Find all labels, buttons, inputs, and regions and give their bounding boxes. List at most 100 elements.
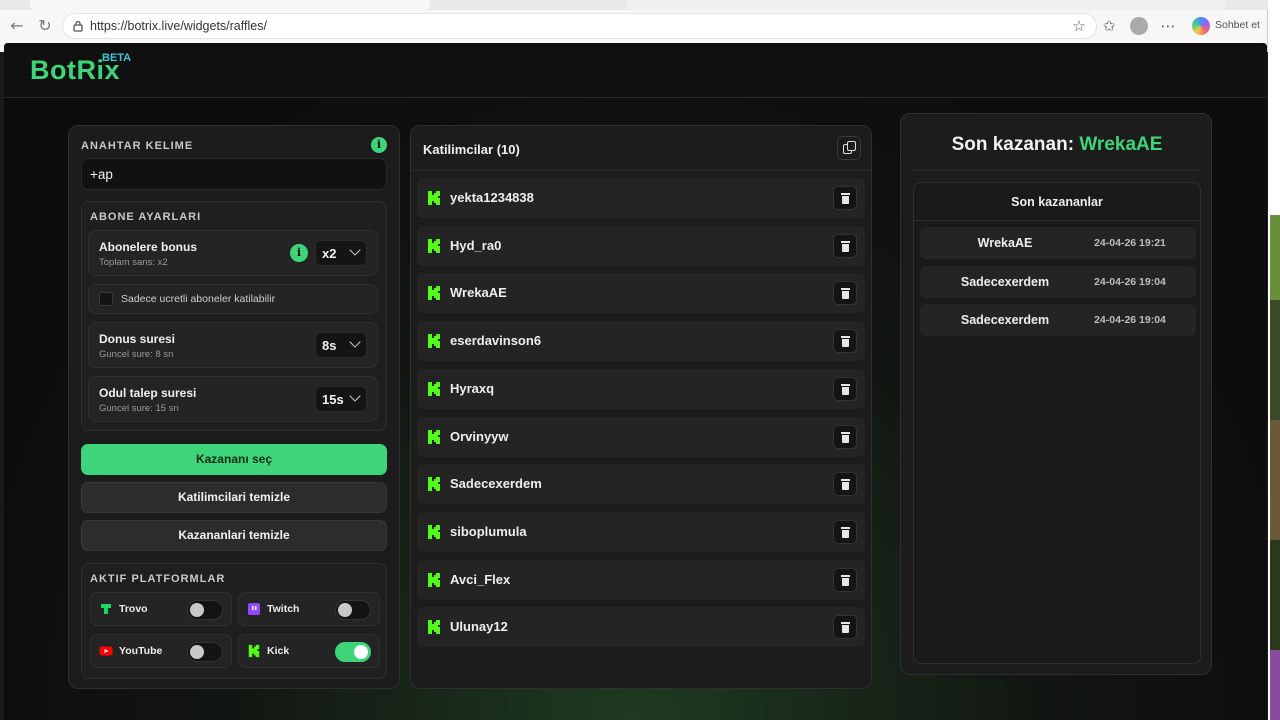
participants-panel: Katilimcilar (10) yekta1234838 Hyd_ra0 Wre…: [410, 125, 872, 689]
toggle-knob: [190, 603, 204, 617]
participants-title: Katilimcilar (10): [423, 142, 520, 157]
clear-winners-button[interactable]: Kazananlari temizle: [81, 520, 387, 551]
bonus-title: Abonelere bonus: [99, 240, 198, 254]
participant-name: Hyd_ra0: [450, 237, 502, 253]
trash-icon: [841, 240, 850, 243]
recent-winner-row: Sadecexerdem 24-04-26 19:04: [920, 304, 1196, 336]
info-icon[interactable]: i: [371, 137, 387, 153]
paid-only-label: Sadece ucretli aboneler katilabilir: [121, 293, 276, 305]
chevron-down-icon: [349, 244, 361, 256]
delete-participant-button[interactable]: [833, 472, 857, 497]
favorites-list-icon[interactable]: ✩: [1099, 16, 1119, 36]
bonus-row: Abonelere bonus Toplam sans: x2 i x2: [88, 230, 378, 276]
sub-settings-label: ABONE AYARLARI: [90, 211, 202, 223]
claim-duration-row: Odul talep suresi Guncel sure: 15 sn 15s: [88, 376, 378, 422]
trash-icon: [841, 288, 850, 291]
platform-name: YouTube: [119, 645, 163, 657]
platform-twitch: Twitch: [238, 592, 380, 626]
participant-name: Hyraxq: [450, 380, 495, 396]
app-header: BotRix BETA: [4, 43, 1267, 98]
trash-icon-body: [842, 529, 849, 538]
kick-icon: [428, 429, 440, 444]
trovo-icon: [101, 604, 111, 614]
recent-winner-row: Sadecexerdem 24-04-26 19:04: [920, 265, 1196, 298]
participant-row: eserdavinson6: [417, 321, 865, 362]
delete-participant-button[interactable]: [833, 233, 857, 258]
divider: [411, 170, 871, 171]
delete-participant-button[interactable]: [833, 376, 857, 401]
clear-participants-button[interactable]: Katilimcilari temizle: [81, 482, 387, 513]
trash-icon-body: [842, 577, 849, 586]
toggle-knob: [354, 645, 368, 659]
delete-participant-button[interactable]: [833, 567, 857, 592]
url-text[interactable]: https://botrix.live/widgets/raffles/: [90, 19, 267, 33]
trash-icon-body: [842, 386, 849, 395]
delete-participant-button[interactable]: [833, 424, 857, 449]
divider: [914, 220, 1200, 221]
background-window-strip: [1268, 0, 1280, 720]
trash-icon: [841, 336, 850, 339]
trash-icon-body: [842, 434, 849, 443]
pick-winner-button[interactable]: Kazananı seç: [81, 444, 387, 475]
participant-name: Ulunay12: [450, 619, 508, 635]
kick-icon: [428, 620, 440, 635]
trovo-toggle[interactable]: [187, 600, 223, 620]
kick-icon: [428, 477, 440, 492]
participant-row: Hyraxq: [417, 368, 865, 409]
kick-icon: [248, 644, 260, 658]
claim-sub: Guncel sure: 15 sn: [99, 403, 179, 414]
participant-name: WrekaAE: [450, 285, 507, 301]
participant-row: Hyd_ra0: [417, 225, 865, 266]
trash-icon-body: [842, 243, 849, 252]
delete-participant-button[interactable]: [833, 519, 857, 544]
browser-tab[interactable]: [626, 0, 1226, 10]
participant-row: Ulunay12: [417, 607, 865, 648]
trash-icon-body: [842, 291, 849, 300]
winner-date: 24-04-26 19:04: [1094, 314, 1166, 326]
trash-icon: [841, 479, 850, 482]
bonus-info-icon[interactable]: i: [290, 244, 308, 262]
paid-only-checkbox[interactable]: [99, 292, 113, 306]
delete-participant-button[interactable]: [833, 615, 857, 640]
youtube-toggle[interactable]: [187, 642, 223, 662]
twitch-toggle[interactable]: [335, 600, 371, 620]
trash-icon: [841, 383, 850, 386]
kick-toggle[interactable]: [335, 642, 371, 662]
platform-name: Twitch: [267, 603, 300, 615]
delete-participant-button[interactable]: [833, 329, 857, 354]
winner-date: 24-04-26 19:21: [1094, 237, 1166, 249]
claim-title: Odul talep suresi: [99, 386, 197, 400]
claim-select[interactable]: 15s: [315, 386, 367, 412]
copy-button[interactable]: [837, 136, 861, 160]
refresh-icon[interactable]: ↻: [36, 17, 54, 35]
spin-select-value: 8s: [322, 338, 337, 353]
platform-youtube: YouTube: [90, 634, 232, 668]
divider: [913, 170, 1201, 171]
chevron-down-icon: [349, 390, 361, 402]
paid-only-row[interactable]: Sadece ucretli aboneler katilabilir: [88, 284, 378, 314]
keyword-input[interactable]: +ap: [81, 158, 387, 190]
participant-name: Orvinyyw: [450, 428, 509, 444]
last-winner-name: WrekaAE: [1079, 134, 1163, 155]
address-bar[interactable]: https://botrix.live/widgets/raffles/: [62, 13, 1097, 39]
kick-icon: [428, 572, 440, 587]
bg-fragment: [1270, 540, 1280, 650]
back-arrow-icon[interactable]: ←: [8, 17, 26, 35]
site-info-icon[interactable]: [71, 19, 85, 33]
winner-name: Sadecexerdem: [960, 274, 1050, 289]
copilot-button[interactable]: Sohbet et: [1190, 15, 1260, 37]
more-menu-icon[interactable]: ⋯: [1158, 16, 1178, 36]
delete-participant-button[interactable]: [833, 281, 857, 306]
profile-avatar[interactable]: [1130, 17, 1148, 35]
twitch-icon: [248, 603, 260, 615]
bonus-select[interactable]: x2: [315, 240, 367, 266]
trash-icon-body: [842, 339, 849, 348]
trash-icon: [841, 622, 850, 625]
delete-participant-button[interactable]: [833, 186, 857, 210]
browser-tab-active[interactable]: [30, 0, 430, 10]
spin-title: Donus suresi: [99, 332, 176, 346]
subscriber-settings-card: ABONE AYARLARI Abonelere bonus Toplam sa…: [81, 201, 387, 431]
spin-select[interactable]: 8s: [315, 332, 367, 358]
favorite-star-icon[interactable]: ☆: [1069, 16, 1089, 36]
kick-icon: [428, 286, 440, 301]
